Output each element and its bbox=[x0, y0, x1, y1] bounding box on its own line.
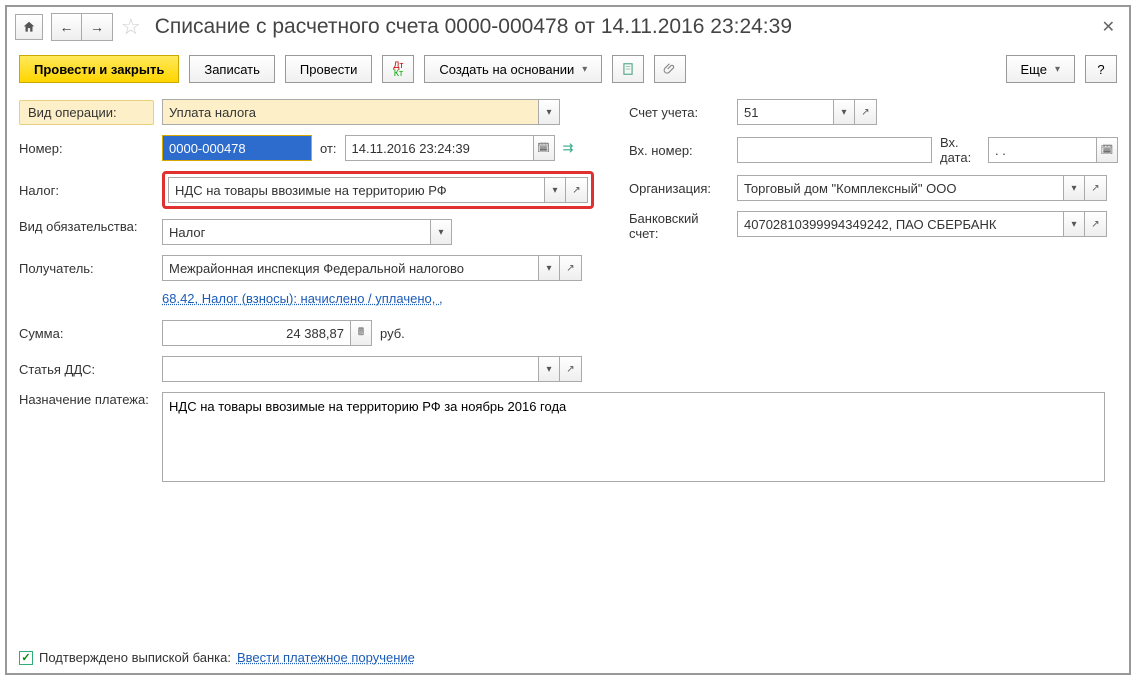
home-button[interactable] bbox=[15, 14, 43, 40]
link-icon[interactable]: ⇉ bbox=[563, 140, 574, 156]
post-button[interactable]: Провести bbox=[285, 55, 373, 83]
org-input[interactable]: Торговый дом "Комплексный" ООО bbox=[737, 175, 1063, 201]
window-title: Списание с расчетного счета 0000-000478 … bbox=[155, 15, 792, 39]
recipient-label: Получатель: bbox=[19, 261, 154, 276]
bank-acc-input[interactable]: 40702810399994349242, ПАО СБЕРБАНК bbox=[737, 211, 1063, 237]
dtkt-button[interactable]: ДтКт bbox=[382, 55, 414, 83]
titlebar: ← → ☆ Списание с расчетного счета 0000-0… bbox=[7, 7, 1129, 47]
attachment-icon-button[interactable] bbox=[654, 55, 686, 83]
obligation-dropdown[interactable]: ▾ bbox=[430, 219, 452, 245]
footer: ✓ Подтверждено выпиской банка: Ввести пл… bbox=[19, 650, 415, 665]
tax-dropdown[interactable]: ▾ bbox=[544, 177, 566, 203]
op-type-dropdown[interactable]: ▾ bbox=[538, 99, 560, 125]
date-calendar-button[interactable]: 🗓 bbox=[533, 135, 555, 161]
in-date-label: Вх. дата: bbox=[940, 135, 980, 165]
recipient-dropdown[interactable]: ▾ bbox=[538, 255, 560, 281]
bank-acc-label: Банковский счет: bbox=[629, 211, 729, 241]
document-icon-button[interactable] bbox=[612, 55, 644, 83]
bank-acc-open-button[interactable]: ↗ bbox=[1085, 211, 1107, 237]
recipient-open-button[interactable]: ↗ bbox=[560, 255, 582, 281]
in-number-label: Вх. номер: bbox=[629, 143, 729, 158]
dds-dropdown[interactable]: ▾ bbox=[538, 356, 560, 382]
close-icon[interactable]: ✕ bbox=[1096, 17, 1121, 37]
recipient-input[interactable]: Межрайонная инспекция Федеральной налого… bbox=[162, 255, 538, 281]
help-button[interactable]: ? bbox=[1085, 55, 1117, 83]
date-input[interactable]: 14.11.2016 23:24:39 bbox=[345, 135, 533, 161]
sum-calc-button[interactable]: 🖩 bbox=[350, 320, 372, 346]
obligation-label: Вид обязательства: bbox=[19, 219, 154, 234]
number-label: Номер: bbox=[19, 141, 154, 156]
post-and-close-button[interactable]: Провести и закрыть bbox=[19, 55, 179, 83]
in-date-input[interactable]: . . bbox=[988, 137, 1096, 163]
op-type-input[interactable]: Уплата налога bbox=[162, 99, 538, 125]
sum-label: Сумма: bbox=[19, 326, 154, 341]
bank-acc-dropdown[interactable]: ▾ bbox=[1063, 211, 1085, 237]
confirmed-checkbox[interactable]: ✓ bbox=[19, 651, 33, 665]
in-date-calendar-button[interactable]: 🗓 bbox=[1096, 137, 1118, 163]
account-link[interactable]: 68.42, Налог (взносы): начислено / уплач… bbox=[162, 291, 443, 306]
more-button[interactable]: Еще bbox=[1006, 55, 1075, 83]
purpose-textarea[interactable] bbox=[162, 392, 1105, 482]
save-button[interactable]: Записать bbox=[189, 55, 275, 83]
back-button[interactable]: ← bbox=[52, 14, 82, 40]
favorite-star-icon[interactable]: ☆ bbox=[121, 14, 141, 40]
in-number-input[interactable] bbox=[737, 137, 932, 163]
org-open-button[interactable]: ↗ bbox=[1085, 175, 1107, 201]
dds-open-button[interactable]: ↗ bbox=[560, 356, 582, 382]
tax-input[interactable]: НДС на товары ввозимые на территорию РФ bbox=[168, 177, 544, 203]
create-based-button[interactable]: Создать на основании bbox=[424, 55, 602, 83]
rub-label: руб. bbox=[380, 326, 405, 341]
account-open-button[interactable]: ↗ bbox=[855, 99, 877, 125]
op-type-label: Вид операции: bbox=[19, 100, 154, 125]
tax-label: Налог: bbox=[19, 183, 154, 198]
from-label: от: bbox=[320, 141, 337, 156]
dds-label: Статья ДДС: bbox=[19, 362, 154, 377]
tax-open-button[interactable]: ↗ bbox=[566, 177, 588, 203]
purpose-label: Назначение платежа: bbox=[19, 392, 154, 407]
toolbar: Провести и закрыть Записать Провести ДтК… bbox=[7, 47, 1129, 91]
obligation-input[interactable]: Налог bbox=[162, 219, 430, 245]
enter-payment-link[interactable]: Ввести платежное поручение bbox=[237, 650, 415, 665]
forward-button[interactable]: → bbox=[82, 14, 112, 40]
account-dropdown[interactable]: ▾ bbox=[833, 99, 855, 125]
org-label: Организация: bbox=[629, 181, 729, 196]
dds-input[interactable] bbox=[162, 356, 538, 382]
sum-input[interactable]: 24 388,87 bbox=[162, 320, 350, 346]
confirmed-label: Подтверждено выпиской банка: bbox=[39, 650, 231, 665]
account-input[interactable]: 51 bbox=[737, 99, 833, 125]
account-label: Счет учета: bbox=[629, 105, 729, 120]
number-input[interactable]: 0000-000478 bbox=[162, 135, 312, 161]
org-dropdown[interactable]: ▾ bbox=[1063, 175, 1085, 201]
